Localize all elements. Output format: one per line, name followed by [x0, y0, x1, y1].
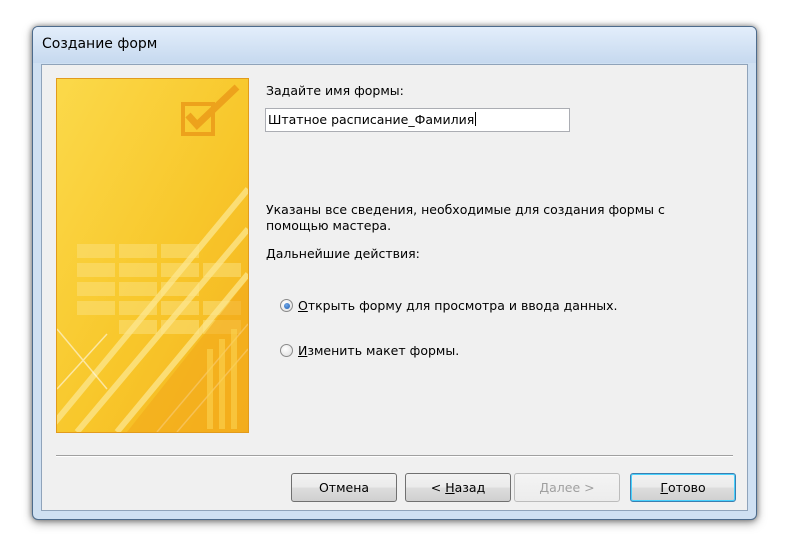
wizard-illustration [56, 78, 249, 433]
cancel-button[interactable]: Отмена [291, 473, 397, 502]
form-name-input[interactable]: Штатное расписание_Фамилия [265, 108, 570, 132]
button-separator [56, 455, 733, 457]
radio-modify-layout[interactable]: Изменить макет формы. [280, 343, 459, 358]
next-button[interactable]: Далее > [514, 473, 620, 502]
radio-open-form-label: Открыть форму для просмотра и ввода данн… [298, 298, 618, 313]
info-text-line2: помощью мастера. [266, 218, 392, 233]
radio-open-form[interactable]: Открыть форму для просмотра и ввода данн… [280, 298, 618, 313]
form-wizard-window: Создание форм Задайте имя формы: Штатное… [32, 26, 757, 520]
title-bar[interactable]: Создание форм [33, 27, 756, 63]
wizard-content: Задайте имя формы: Штатное расписание_Фа… [41, 64, 748, 511]
form-wizard-checkbox-icon [57, 79, 248, 432]
radio-modify-layout-label: Изменить макет формы. [298, 343, 460, 358]
radio-checked-icon[interactable] [280, 299, 293, 312]
info-text-line1: Указаны все сведения, необходимые для со… [266, 202, 665, 217]
radio-unchecked-icon[interactable] [280, 344, 293, 357]
actions-label: Дальнейшие действия: [266, 246, 420, 261]
window-title: Создание форм [42, 36, 158, 52]
form-name-value: Штатное расписание_Фамилия [268, 112, 475, 127]
form-name-label: Задайте имя формы: [266, 83, 404, 98]
text-caret [475, 112, 477, 126]
back-button[interactable]: < Назад [405, 473, 511, 502]
finish-button[interactable]: Готово [630, 473, 736, 502]
